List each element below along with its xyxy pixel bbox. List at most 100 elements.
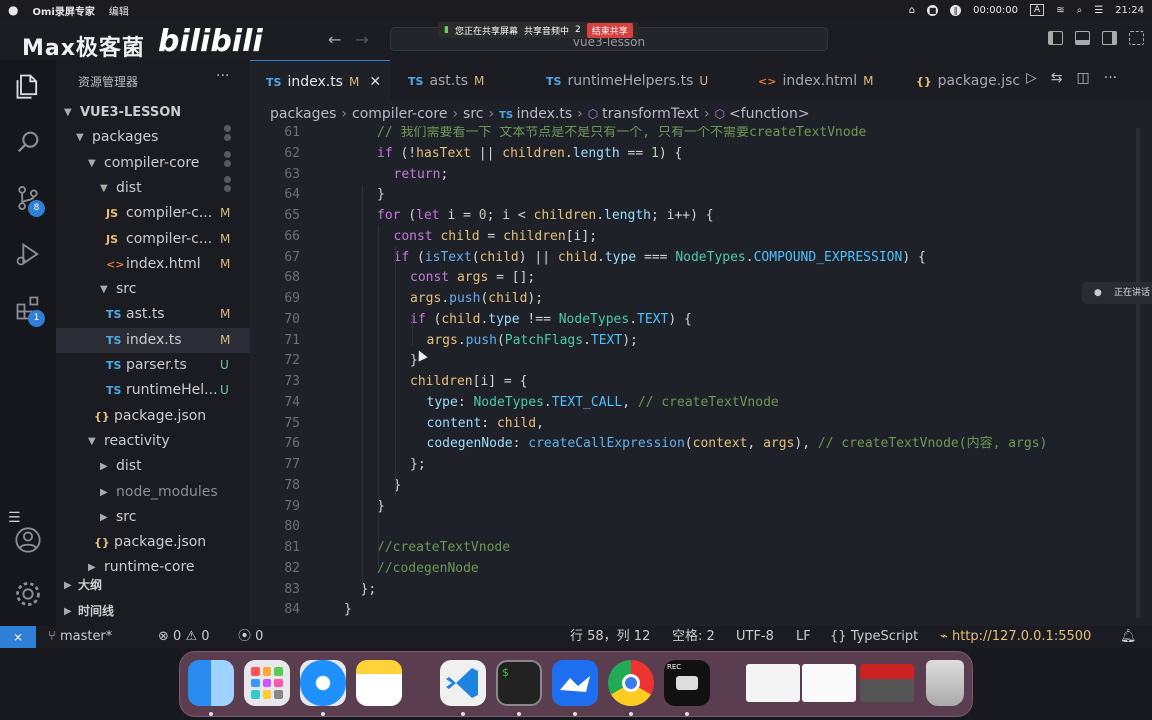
pause-record-icon[interactable]: ‖: [950, 4, 962, 16]
finder-icon[interactable]: [188, 660, 234, 706]
tree-item[interactable]: ▶ src: [56, 505, 250, 530]
wifi-icon[interactable]: ≋: [1056, 5, 1064, 16]
explorer-more-icon[interactable]: ···: [216, 68, 229, 84]
problems-indicator[interactable]: ⊗ 0 ⚠ 0: [158, 626, 210, 648]
tab-4[interactable]: {} package.jsc: [900, 60, 1030, 100]
indentation[interactable]: 空格: 2: [672, 626, 715, 648]
customize-layout-icon[interactable]: [1129, 31, 1144, 45]
tree-item[interactable]: ▼ compiler-core: [56, 150, 250, 176]
tree-item[interactable]: ▼ dist: [56, 175, 250, 201]
tree-item[interactable]: {} package.json: [56, 530, 250, 555]
breadcrumb-item[interactable]: src: [463, 106, 483, 122]
end-of-line[interactable]: LF: [796, 626, 811, 648]
forward-arrow-icon[interactable]: →: [355, 30, 368, 49]
breadcrumb-item[interactable]: compiler-core: [352, 106, 447, 122]
clock: 21:24: [1115, 4, 1144, 16]
code-token: ) ||: [518, 249, 558, 265]
window-thumb[interactable]: [746, 664, 800, 702]
line-number: 79: [284, 498, 300, 514]
explorer-icon[interactable]: [14, 72, 42, 100]
compare-changes-icon[interactable]: ⇆: [1051, 70, 1063, 86]
timeline-section[interactable]: ▶ 时间线: [56, 599, 250, 624]
tab-label: index.ts: [287, 74, 343, 90]
breadcrumb-item[interactable]: packages: [270, 106, 336, 122]
encoding[interactable]: UTF-8: [736, 626, 774, 648]
tree-item[interactable]: ▼ src: [56, 277, 250, 302]
sharing-audio-label[interactable]: 共享音频中: [524, 24, 569, 37]
live-server[interactable]: ⌁ http://127.0.0.1:5500: [940, 626, 1091, 648]
lark-icon[interactable]: [552, 660, 598, 706]
code-token: (: [684, 436, 693, 452]
more-actions-icon[interactable]: ···: [1104, 70, 1117, 86]
end-share-button[interactable]: 结束共享: [586, 22, 633, 38]
notes-icon[interactable]: [356, 660, 402, 706]
ts-file-icon: TS: [499, 110, 517, 121]
account-icon[interactable]: [14, 526, 42, 554]
tree-item[interactable]: ▶ dist: [56, 454, 250, 479]
breadcrumb-item[interactable]: index.ts: [517, 106, 573, 122]
participants-count[interactable]: 2: [575, 25, 581, 35]
trash-icon[interactable]: [926, 660, 964, 706]
stop-record-icon[interactable]: ■: [927, 4, 939, 16]
code-editor[interactable]: 61 // 我们需要看一下 文本节点是不是只有一个, 只有一个不需要createT…: [250, 126, 1152, 626]
tab-2[interactable]: TS runtimeHelpers.ts U: [530, 60, 740, 100]
tree-item[interactable]: ▼ packages: [56, 125, 250, 150]
tree-item[interactable]: {} package.json: [56, 404, 250, 429]
run-icon[interactable]: ▷: [1026, 70, 1037, 86]
terminal-icon[interactable]: $: [496, 660, 542, 706]
camera-rec-icon[interactable]: REC: [664, 660, 710, 706]
tree-item[interactable]: <> index.html M: [56, 252, 250, 277]
search-icon[interactable]: ⌕: [1077, 5, 1083, 16]
launchpad-icon[interactable]: [244, 660, 290, 706]
ports-indicator[interactable]: ⦿ 0: [238, 626, 263, 648]
tab-3[interactable]: <> index.html M: [742, 60, 898, 100]
settings-gear-icon[interactable]: [14, 580, 42, 608]
language-mode[interactable]: {} TypeScript: [830, 626, 918, 648]
code-token: ==: [619, 145, 651, 161]
tree-item[interactable]: ▶ node_modules: [56, 480, 250, 505]
safari-icon[interactable]: [300, 660, 346, 706]
line-number: 62: [284, 145, 300, 161]
notifications-bell-icon[interactable]: 🔔︎: [1120, 626, 1137, 648]
breadcrumb-item[interactable]: <function>: [729, 106, 810, 122]
tab-0[interactable]: TS index.ts M ✕: [250, 60, 390, 100]
chrome-icon[interactable]: [608, 660, 654, 706]
split-editor-icon[interactable]: ◫: [1077, 70, 1090, 86]
tree-item[interactable]: ▼ VUE3-LESSON: [56, 100, 250, 125]
editor-scrollbar[interactable]: [1136, 128, 1140, 618]
edit-menu[interactable]: 编辑: [109, 3, 129, 18]
code-token: type: [604, 249, 637, 265]
remote-indicator-icon[interactable]: ⨯: [0, 626, 36, 648]
tab-1[interactable]: TS ast.ts M: [392, 60, 528, 100]
app-name-menu[interactable]: Omi录屏专家: [32, 3, 94, 18]
tree-item[interactable]: ▼ reactivity: [56, 429, 250, 454]
back-arrow-icon[interactable]: ←: [328, 30, 341, 49]
window-thumb[interactable]: [802, 664, 856, 702]
run-debug-icon[interactable]: [14, 240, 42, 268]
modified-dot-icon: [224, 175, 231, 192]
breadcrumb-separator: ›: [488, 106, 495, 122]
toggle-secondary-sidebar-icon[interactable]: [1102, 31, 1117, 45]
toggle-panel-icon[interactable]: [1075, 31, 1090, 45]
outline-section[interactable]: ▶ 大纲: [56, 573, 250, 598]
toggle-sidebar-icon[interactable]: [1048, 31, 1063, 45]
tree-item[interactable]: TS runtimeHel... U: [56, 378, 250, 403]
close-icon[interactable]: ✕: [369, 74, 381, 90]
search-icon[interactable]: [14, 128, 42, 156]
cursor-position[interactable]: 行 58，列 12: [570, 626, 650, 648]
git-branch[interactable]: ⑂ master*: [48, 626, 112, 648]
tree-item[interactable]: TS index.ts M: [56, 327, 250, 353]
status-icon[interactable]: ⌂: [909, 5, 915, 16]
breadcrumb-item[interactable]: transformText: [602, 106, 699, 122]
window-thumb[interactable]: [860, 664, 914, 702]
breadcrumb-separator: ›: [341, 106, 348, 122]
tree-item[interactable]: JS compiler-c... M: [56, 227, 250, 252]
vscode-icon[interactable]: [440, 660, 486, 706]
input-method[interactable]: A: [1030, 4, 1045, 16]
apple-icon[interactable]: ●: [8, 3, 18, 17]
line-number: 70: [284, 311, 300, 327]
tree-item[interactable]: JS compiler-c... M: [56, 201, 250, 226]
tree-item[interactable]: TS parser.ts U: [56, 353, 250, 378]
tree-item[interactable]: TS ast.ts M: [56, 302, 250, 327]
control-center-icon[interactable]: ☰: [1094, 5, 1103, 16]
